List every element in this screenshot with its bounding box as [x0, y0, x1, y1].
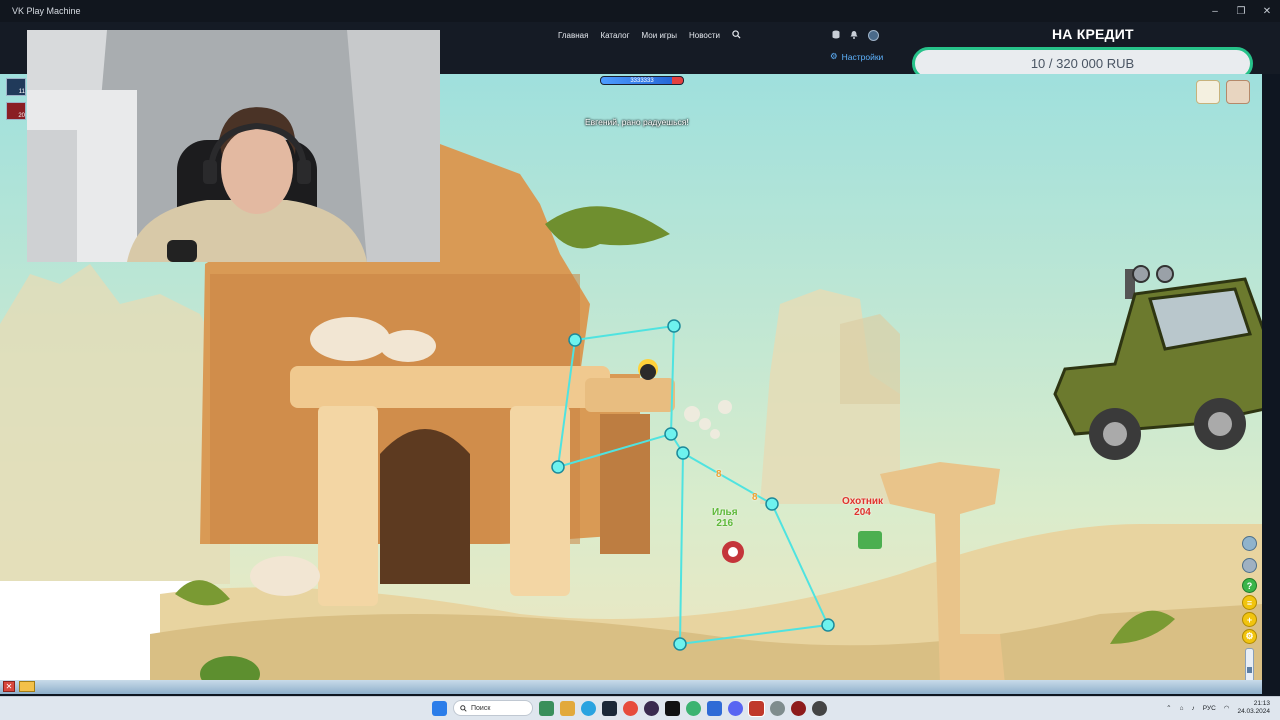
team-mini-red[interactable]: 20 — [6, 102, 26, 120]
settings-app-icon[interactable] — [770, 700, 785, 716]
taskbar-search[interactable]: Поиск — [453, 700, 533, 716]
volume-icon[interactable]: ♪ — [1192, 705, 1195, 712]
player-name: Илья — [712, 507, 738, 518]
enemy-health-bar: 3333333 — [600, 76, 684, 85]
file-explorer-icon[interactable] — [560, 700, 575, 716]
network-icon[interactable]: ⌂ — [1180, 705, 1184, 712]
clock-date: 24.03.2024 — [1237, 708, 1270, 715]
inventory-box-icon[interactable] — [1226, 80, 1250, 104]
obs-icon[interactable] — [644, 700, 659, 716]
game-app-icon[interactable] — [791, 700, 806, 716]
avatar[interactable] — [868, 29, 879, 41]
player-ilya: Илья 216 — [712, 507, 738, 529]
settings-label: Настройки — [841, 51, 884, 62]
player-hunter: Охотник 204 — [842, 496, 883, 518]
clock[interactable]: 21:13 24.03.2024 — [1237, 700, 1270, 716]
damage-number: 8 — [716, 469, 722, 480]
enemy-health-text: 3333333 — [630, 78, 654, 84]
system-tray: ⌃ ⌂ ♪ РУС ◠ 21:13 24.03.2024 — [1166, 700, 1270, 716]
clock-time: 21:13 — [1253, 700, 1270, 707]
chevron-up-icon[interactable]: ⌃ — [1166, 704, 1171, 712]
close-button[interactable]: ✕ — [1254, 0, 1280, 22]
steam-icon[interactable] — [602, 700, 617, 716]
nav-my-games[interactable]: Мои игры — [642, 31, 677, 40]
app-icon[interactable] — [707, 700, 722, 716]
weapons-icon[interactable] — [1242, 558, 1257, 573]
widgets-icon[interactable] — [539, 700, 554, 716]
chrome-icon[interactable] — [623, 700, 638, 716]
discord-icon[interactable] — [728, 700, 743, 716]
damage-number: 8 — [752, 492, 758, 503]
whatsapp-icon[interactable] — [686, 700, 701, 716]
team-mini-blue[interactable]: 11 — [6, 78, 26, 96]
game-bottom-bar — [0, 680, 1262, 694]
game-chat-button[interactable] — [19, 681, 35, 692]
minimize-button[interactable]: – — [1202, 0, 1228, 22]
taskbar-search-placeholder: Поиск — [471, 704, 491, 712]
window-titlebar: VK Play Machine – ❐ ✕ — [0, 0, 1280, 22]
credit-title: НА КРЕДИТ — [1052, 26, 1134, 42]
language-indicator[interactable]: РУС — [1203, 705, 1216, 712]
settings-link[interactable]: ⚙ Настройки — [830, 51, 883, 62]
taskbar: Поиск ⌃ ⌂ ♪ РУС ◠ 21:13 24.03.2024 — [0, 696, 1280, 720]
screen: VK Play Machine – ❐ ✕ Главная Каталог Мо… — [0, 0, 1280, 720]
player-hp: 204 — [854, 507, 871, 518]
telegram-icon[interactable] — [581, 700, 596, 716]
bell-icon[interactable] — [850, 30, 858, 41]
zoom-in-icon[interactable]: + — [1242, 612, 1257, 627]
window-title: VK Play Machine — [12, 6, 81, 16]
nav-news[interactable]: Новости — [689, 31, 720, 40]
wifi-icon[interactable]: ◠ — [1224, 704, 1230, 712]
camera-icon[interactable] — [1242, 536, 1257, 551]
settings-gear-icon[interactable]: ⚙ — [1242, 629, 1257, 644]
menu-icon[interactable]: ≡ — [1242, 595, 1257, 610]
nav-home[interactable]: Главная — [558, 31, 588, 40]
wallet-icon[interactable] — [832, 30, 840, 41]
chat-message: Евгений, рано радуешься! — [585, 117, 689, 127]
webcam-overlay — [27, 30, 440, 262]
vk-play-icon[interactable] — [748, 699, 765, 717]
nav-catalog[interactable]: Каталог — [600, 31, 629, 40]
epic-games-icon[interactable] — [665, 700, 680, 716]
credit-amount: 10 / 320 000 RUB — [1030, 56, 1135, 71]
game-close-button[interactable]: ✕ — [3, 681, 15, 692]
start-windows-icon[interactable] — [432, 700, 447, 716]
help-icon[interactable]: ? — [1242, 578, 1257, 593]
player-name: Охотник — [842, 496, 884, 507]
media-app-icon[interactable] — [812, 700, 827, 716]
maximize-button[interactable]: ❐ — [1228, 0, 1254, 22]
map-flag-icon[interactable] — [1196, 80, 1220, 104]
player-hp: 216 — [716, 518, 734, 529]
gear-icon: ⚙ — [830, 51, 838, 61]
search-icon[interactable] — [732, 29, 741, 41]
